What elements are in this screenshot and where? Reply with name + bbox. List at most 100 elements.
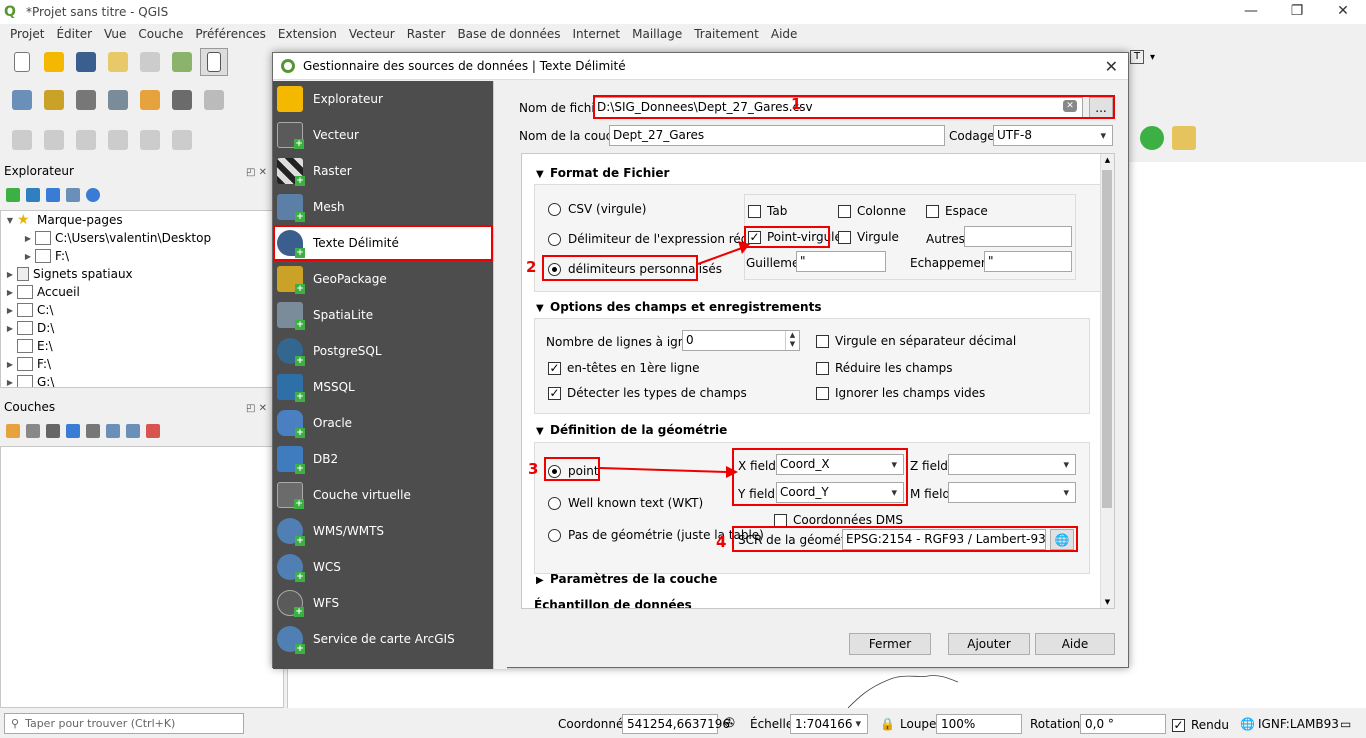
- trim-fields-checkbox[interactable]: Réduire les champs: [816, 361, 953, 375]
- detect-types-checkbox[interactable]: ✓ Détecter les types de champs: [548, 386, 747, 400]
- help-button[interactable]: Aide: [1035, 633, 1115, 655]
- source-item-wms-wmts[interactable]: + WMS/WMTS: [273, 513, 493, 549]
- layer-styling-icon[interactable]: [6, 424, 20, 438]
- pan-hand-icon[interactable]: [200, 48, 228, 76]
- locator-search-input[interactable]: ⚲ Taper pour trouver (Ctrl+K): [4, 713, 244, 734]
- zoom-search-icon[interactable]: [1140, 126, 1164, 150]
- crs-selector-globe-icon[interactable]: 🌐: [1050, 529, 1074, 550]
- source-item-explorateur[interactable]: Explorateur: [273, 81, 493, 117]
- add-feature-icon[interactable]: [40, 126, 68, 154]
- data-source-manager-icon[interactable]: [8, 86, 36, 114]
- render-checkbox[interactable]: ✓ Rendu: [1172, 718, 1229, 732]
- float-close-icon[interactable]: ◰ ✕: [246, 400, 267, 418]
- add-group-icon[interactable]: [26, 424, 40, 438]
- z-field-combo[interactable]: [948, 454, 1076, 475]
- collapse-all-icon[interactable]: [66, 188, 80, 202]
- echappement-input[interactable]: ": [984, 251, 1072, 272]
- new-shapefile-icon[interactable]: [72, 86, 100, 114]
- rotation-field[interactable]: 0,0 °: [1080, 714, 1166, 734]
- measure-tool-icon[interactable]: [1172, 126, 1196, 150]
- chevron-icon[interactable]: ▶: [21, 234, 35, 243]
- format-section-title[interactable]: ▼ Format de Fichier: [536, 166, 669, 180]
- close-icon[interactable]: ✕: [1105, 57, 1118, 76]
- new-project-icon[interactable]: [8, 48, 36, 76]
- menu-editer[interactable]: Éditer: [50, 27, 98, 41]
- add-selected-layers-icon[interactable]: [6, 188, 20, 202]
- menu-base-de-donnees[interactable]: Base de données: [451, 27, 566, 41]
- menu-traitement[interactable]: Traitement: [688, 27, 765, 41]
- scroll-down-icon[interactable]: ▼: [1101, 596, 1114, 608]
- messages-icon[interactable]: ▭: [1340, 714, 1351, 734]
- restore-icon[interactable]: ❐: [1274, 0, 1320, 24]
- coordinate-field[interactable]: 541254,6637196: [622, 714, 730, 734]
- source-item-geopackage[interactable]: + GeoPackage: [273, 261, 493, 297]
- scroll-thumb[interactable]: [1102, 170, 1112, 508]
- source-item-mesh[interactable]: + Mesh: [273, 189, 493, 225]
- tree-item-drive-f[interactable]: ▶ F:\: [1, 355, 275, 373]
- chevron-icon[interactable]: ▶: [3, 270, 17, 279]
- lock-icon[interactable]: 🔒: [880, 714, 895, 734]
- tab-checkbox[interactable]: Tab: [748, 204, 787, 218]
- spinner-arrows-icon[interactable]: ▲ ▼: [785, 331, 799, 350]
- cut-features-icon[interactable]: [136, 126, 164, 154]
- skip-lines-spinbox[interactable]: 0 ▲ ▼: [682, 330, 800, 351]
- filter-icon[interactable]: [46, 188, 60, 202]
- ignore-empty-checkbox[interactable]: Ignorer les champs vides: [816, 386, 985, 400]
- delete-selected-icon[interactable]: [104, 126, 132, 154]
- float-close-icon[interactable]: ◰ ✕: [246, 164, 267, 182]
- open-project-icon[interactable]: [40, 48, 68, 76]
- x-field-combo[interactable]: Coord_X: [776, 454, 904, 475]
- tree-item-desktop[interactable]: ▶ C:\Users\valentin\Desktop: [1, 229, 275, 247]
- autres-input[interactable]: [964, 226, 1072, 247]
- espace-checkbox[interactable]: Espace: [926, 204, 988, 218]
- menu-internet[interactable]: Internet: [566, 27, 626, 41]
- edit-pencil-icon[interactable]: [8, 126, 36, 154]
- layer-params-section-title[interactable]: ▶ Paramètres de la couche: [536, 572, 717, 586]
- menu-extension[interactable]: Extension: [272, 27, 343, 41]
- chevron-icon[interactable]: ▶: [3, 288, 17, 297]
- scroll-up-icon[interactable]: ▲: [1101, 154, 1114, 166]
- print-layout-icon[interactable]: [136, 48, 164, 76]
- source-item-couche-virtuelle[interactable]: + Couche virtuelle: [273, 477, 493, 513]
- menu-couche[interactable]: Couche: [132, 27, 189, 41]
- digitize-icon[interactable]: [200, 86, 228, 114]
- collapse-all-layers-icon[interactable]: [126, 424, 140, 438]
- new-spatialite-icon[interactable]: [104, 86, 132, 114]
- menu-aide[interactable]: Aide: [765, 27, 804, 41]
- chevron-icon[interactable]: ▼: [3, 216, 17, 225]
- wkt-radio[interactable]: Well known text (WKT): [548, 496, 703, 510]
- remove-layer-icon[interactable]: [146, 424, 160, 438]
- source-item-oracle[interactable]: + Oracle: [273, 405, 493, 441]
- menu-vue[interactable]: Vue: [98, 27, 132, 41]
- close-button[interactable]: Fermer: [849, 633, 931, 655]
- source-item-spatialite[interactable]: + SpatiaLite: [273, 297, 493, 333]
- tree-item-home[interactable]: ▶ Accueil: [1, 283, 275, 301]
- chevron-icon[interactable]: ▶: [3, 378, 17, 387]
- minimize-icon[interactable]: —: [1228, 0, 1274, 24]
- layers-tree[interactable]: [0, 446, 284, 708]
- m-field-combo[interactable]: [948, 482, 1076, 503]
- geometry-section-title[interactable]: ▼ Définition de la géométrie: [536, 423, 727, 437]
- chevron-icon[interactable]: ▶: [3, 324, 17, 333]
- new-temp-layer-icon[interactable]: [136, 86, 164, 114]
- virgule-checkbox[interactable]: Virgule: [838, 230, 899, 244]
- tree-item-drive-g[interactable]: ▶ G:\: [1, 373, 275, 387]
- y-field-combo[interactable]: Coord_Y: [776, 482, 904, 503]
- source-item-vecteur[interactable]: + Vecteur: [273, 117, 493, 153]
- source-item-raster[interactable]: + Raster: [273, 153, 493, 189]
- menu-raster[interactable]: Raster: [401, 27, 452, 41]
- new-geopackage-icon[interactable]: [40, 86, 68, 114]
- encoding-combo[interactable]: UTF-8: [993, 125, 1113, 146]
- layer-name-input[interactable]: Dept_27_Gares: [609, 125, 945, 146]
- colonne-checkbox[interactable]: Colonne: [838, 204, 906, 218]
- save-project-icon[interactable]: [72, 48, 100, 76]
- tree-item-drive-d[interactable]: ▶ D:\: [1, 319, 275, 337]
- tree-item-bookmarks[interactable]: ▼ ★ Marque-pages: [1, 211, 275, 229]
- tree-item-spatial-bookmarks[interactable]: ▶ Signets spatiaux: [1, 265, 275, 283]
- toggle-extents-icon[interactable]: ✇: [724, 714, 735, 734]
- filter-expression-icon[interactable]: [86, 424, 100, 438]
- menu-vecteur[interactable]: Vecteur: [343, 27, 401, 41]
- chevron-icon[interactable]: ▶: [3, 306, 17, 315]
- tree-item-drive-c[interactable]: ▶ C:\: [1, 301, 275, 319]
- style-manager-icon[interactable]: [168, 48, 196, 76]
